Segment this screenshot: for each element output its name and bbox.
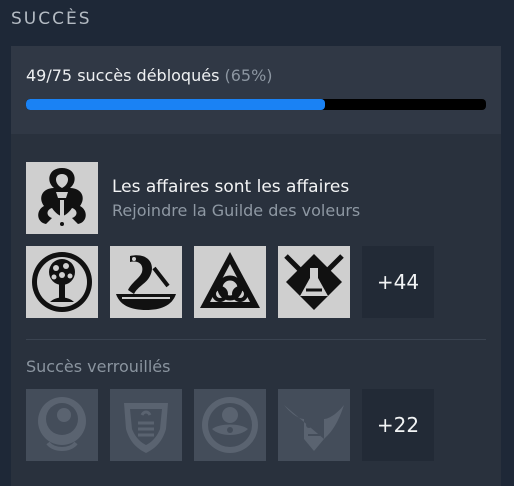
achievements-panel: 49/75 succès débloqués (65%) Les affaire… <box>11 46 501 486</box>
dwarven-face-icon[interactable] <box>278 389 350 461</box>
thieves-guild-knot-icon[interactable] <box>26 162 98 234</box>
alchemy-tools-icon[interactable] <box>278 246 350 318</box>
locked-achievements-title: Succès verrouillés <box>26 357 171 376</box>
progress-bar <box>26 99 486 110</box>
portrait-knot-icon[interactable] <box>26 389 98 461</box>
triquetra-knot-icon[interactable] <box>194 246 266 318</box>
shield-fire-icon[interactable] <box>110 389 182 461</box>
progress-percent: (65%) <box>224 66 273 85</box>
more-locked-button[interactable]: +22 <box>362 389 434 461</box>
unlocked-count: 49/75 succès débloqués <box>26 66 220 85</box>
eye-emblem-icon[interactable] <box>194 389 266 461</box>
tree-emblem-icon[interactable] <box>26 246 98 318</box>
achievement-name: Les affaires sont les affaires <box>112 177 350 197</box>
divider <box>26 339 486 340</box>
progress-bar-fill <box>26 99 325 110</box>
serpent-ship-icon[interactable] <box>110 246 182 318</box>
achievement-progress[interactable]: 49/75 succès débloqués (65%) <box>11 46 501 134</box>
more-unlocked-button[interactable]: +44 <box>362 246 434 318</box>
section-title: SUCCÈS <box>11 9 92 29</box>
progress-text: 49/75 succès débloqués (65%) <box>26 66 273 85</box>
achievement-description: Rejoindre la Guilde des voleurs <box>112 201 361 220</box>
